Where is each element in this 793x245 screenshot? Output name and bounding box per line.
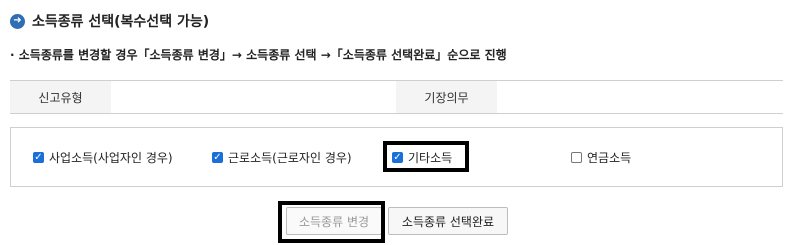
- option-label: 사업소득(사업자인 경우): [49, 151, 173, 165]
- bookkeeping-value: [497, 81, 783, 113]
- section-title: 소득종류 선택(복수선택 가능): [32, 14, 210, 30]
- highlight-frame-change-button: [278, 201, 385, 243]
- arrow-right-circle-icon: ➜: [10, 13, 25, 29]
- bookkeeping-label: 기장의무: [396, 81, 497, 113]
- complete-selection-button[interactable]: 소득종류 선택완료: [388, 207, 508, 235]
- highlight-frame-other-income: [383, 141, 469, 172]
- report-type-value: [111, 81, 396, 113]
- checkbox-checked-icon[interactable]: ✓: [33, 152, 44, 163]
- option-label: 연금소득: [587, 151, 632, 165]
- checkbox-unchecked-icon[interactable]: ✓: [571, 152, 582, 163]
- earned-income-option[interactable]: ✓ 근로소득(근로자인 경우): [212, 149, 352, 166]
- pension-income-option[interactable]: ✓ 연금소득: [571, 149, 631, 166]
- instruction-notice: · 소득종류를 변경할 경우「소득종류 변경」→ 소득종류 선택 →「소득종류 …: [10, 48, 507, 62]
- checkbox-checked-icon[interactable]: ✓: [212, 152, 223, 163]
- business-income-option[interactable]: ✓ 사업소득(사업자인 경우): [33, 149, 173, 166]
- section-header: ➜ 소득종류 선택(복수선택 가능): [10, 10, 209, 32]
- report-type-label: 신고유형: [10, 81, 111, 113]
- info-table: 신고유형 기장의무: [10, 80, 783, 114]
- option-label: 근로소득(근로자인 경우): [228, 151, 352, 165]
